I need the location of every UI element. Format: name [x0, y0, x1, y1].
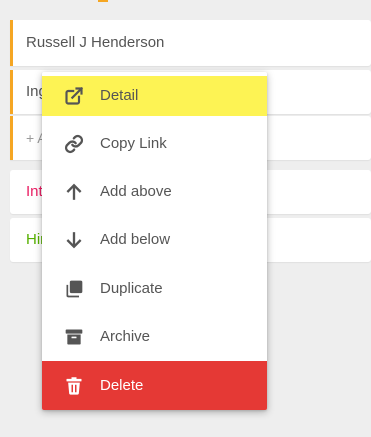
column-header-accent: ▬: [98, 0, 114, 5]
card-title: Russell J Henderson: [26, 34, 165, 51]
archive-label: Archive: [100, 328, 151, 345]
add-above-menu-item[interactable]: Add above: [42, 172, 267, 212]
context-menu: Detail Copy Link Add above Add below Dup…: [42, 72, 267, 410]
detail-label: Detail: [100, 87, 139, 104]
add-below-menu-item[interactable]: Add below: [42, 220, 267, 260]
duplicate-label: Duplicate: [100, 280, 163, 297]
duplicate-icon: [64, 279, 84, 299]
delete-menu-item[interactable]: Delete: [42, 361, 267, 410]
column-title: Int: [26, 183, 43, 200]
copy-link-label: Copy Link: [100, 135, 167, 152]
archive-icon: [64, 327, 84, 347]
external-link-icon: [64, 86, 84, 106]
delete-label: Delete: [100, 377, 144, 394]
trash-icon: [64, 376, 84, 396]
add-below-label: Add below: [100, 231, 171, 248]
arrow-down-icon: [64, 230, 84, 250]
copy-link-menu-item[interactable]: Copy Link: [42, 124, 267, 164]
archive-menu-item[interactable]: Archive: [42, 317, 267, 357]
link-icon: [64, 134, 84, 154]
duplicate-menu-item[interactable]: Duplicate: [42, 269, 267, 309]
detail-menu-item[interactable]: Detail: [42, 76, 267, 116]
arrow-up-icon: [64, 182, 84, 202]
card-russell-henderson[interactable]: Russell J Henderson: [10, 20, 371, 66]
add-above-label: Add above: [100, 183, 172, 200]
